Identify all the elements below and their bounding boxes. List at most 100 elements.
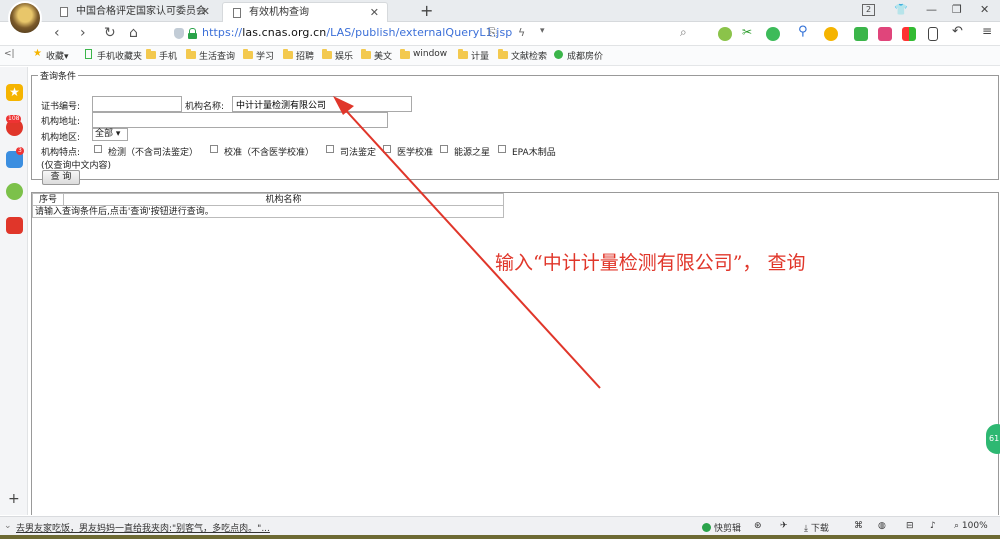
volume-icon[interactable]: ♪ (930, 521, 936, 531)
coin-icon[interactable] (824, 27, 838, 41)
collapse-sidebar-icon[interactable]: <| (4, 49, 15, 59)
app-icon[interactable] (878, 27, 892, 41)
star-icon: ★ (33, 48, 42, 59)
feature-checkbox-energy-star[interactable] (440, 145, 448, 153)
favorites-star-icon[interactable]: ★ (6, 84, 23, 101)
close-icon[interactable]: ✕ (201, 2, 210, 22)
lightning-icon[interactable]: ϟ (518, 26, 525, 39)
expand-icon[interactable]: ⌄ (4, 521, 12, 531)
bookmark-folder[interactable]: 招聘 (283, 49, 314, 62)
agency-features-label: 机构特点: (41, 148, 81, 158)
shirt-icon[interactable]: 👕 (894, 3, 908, 16)
back-icon[interactable]: ‹ (54, 25, 60, 41)
folder-icon (283, 49, 293, 59)
undo-icon[interactable]: ↶ (952, 24, 966, 39)
book-icon[interactable] (854, 27, 868, 41)
tab-cnas-home[interactable]: 中国合格评定国家认可委员会 ✕ (50, 2, 218, 22)
refresh-status-icon[interactable]: ⊛ (754, 521, 762, 531)
bookmark-folder[interactable]: 生活查询 (186, 49, 235, 62)
feature-label: 司法鉴定 (340, 148, 377, 158)
cert-number-input[interactable] (92, 96, 182, 112)
tab-label: 中国合格评定国家认可委员会 (76, 6, 206, 17)
bookmark-folder[interactable]: 学习 (243, 49, 274, 62)
folder-icon (458, 49, 468, 59)
bookmark-folder[interactable]: 娱乐 (322, 49, 353, 62)
close-icon[interactable]: ✕ (370, 3, 379, 23)
bookmark-folder[interactable]: window (400, 49, 447, 59)
weibo-badge: 108 (6, 115, 22, 123)
agency-address-input[interactable] (92, 112, 388, 128)
results-message: 请输入查询条件后,点击'查询'按钮进行查询。 (32, 205, 504, 218)
region-select[interactable]: 全部 ▾ (92, 128, 128, 141)
parrot-icon[interactable] (6, 183, 23, 200)
query-button[interactable]: 查 询 (42, 170, 80, 185)
bookmark-mobile-fav[interactable]: 手机收藏夹 (84, 49, 142, 62)
scissors-icon[interactable]: ✂ (742, 25, 756, 39)
menu-icon[interactable]: ≡ (982, 24, 996, 38)
bookmark-favorites[interactable]: ★ 收藏▾ (33, 48, 69, 62)
tab-count-badge[interactable]: 2 (862, 4, 875, 16)
bookmarks-bar: <| ★ 收藏▾ 手机收藏夹 手机 生活查询 学习 招聘 娱乐 美文 window… (0, 46, 1000, 66)
window-close-icon[interactable]: ✕ (980, 3, 989, 16)
navigation-bar: ‹ › ↻ ⌂ https://las.cnas.org.cn/LAS/publ… (0, 22, 1000, 46)
feature-checkbox-forensic[interactable] (326, 145, 334, 153)
folder-icon (243, 49, 253, 59)
lock-icon (188, 28, 197, 39)
bookmark-folder[interactable]: 美文 (361, 49, 392, 62)
folder-status-icon[interactable]: ⊟ (906, 521, 914, 531)
mail-badge: 3 (16, 147, 24, 155)
cert-number-label: 证书编号: (41, 102, 81, 112)
bookmark-folder[interactable]: 计量 (458, 49, 489, 62)
column-header-index: 序号 (32, 193, 64, 206)
agency-region-label: 机构地区: (41, 133, 81, 143)
game-icon[interactable] (6, 217, 23, 234)
query-fieldset: 查询条件 证书编号: 机构名称: 机构地址: 机构地区: 全部 ▾ 机构特点: … (31, 69, 999, 185)
pin-icon[interactable]: ✈ (780, 521, 788, 531)
new-tab-button[interactable]: + (394, 0, 433, 20)
feature-label: 检测（不含司法鉴定） (108, 148, 199, 158)
address-bar[interactable]: https://las.cnas.org.cn/LAS/publish/exte… (170, 25, 690, 43)
instruction-annotation: 输入“中计计量检测有限公司”， 查询 (495, 252, 806, 274)
minimize-icon[interactable]: — (926, 3, 937, 16)
phone-icon[interactable] (928, 27, 938, 41)
feature-checkbox-medical[interactable] (383, 145, 391, 153)
dropdown-icon[interactable]: ▾ (540, 26, 545, 36)
feature-checkbox-calibration[interactable] (210, 145, 218, 153)
page-icon (233, 8, 241, 18)
home-icon[interactable]: ⌂ (129, 25, 138, 41)
tab-agency-query[interactable]: 有效机构查询 ✕ (222, 2, 388, 22)
reload-icon[interactable]: ↻ (104, 25, 116, 41)
tab-bar: 中国合格评定国家认可委员会 ✕ 有效机构查询 ✕ + 2 👕 — ❐ ✕ (0, 0, 1000, 35)
folder-icon (498, 49, 508, 59)
download-button[interactable]: ⤓ 下载 (804, 521, 829, 534)
floating-assistant-badge[interactable]: 61 (986, 424, 1000, 454)
search-icon[interactable]: ⌕ (680, 25, 687, 40)
apps-grid-icon[interactable] (902, 27, 916, 41)
tab-label: 有效机构查询 (249, 7, 309, 18)
bookmark-link[interactable]: 成都房价 (554, 49, 603, 62)
forward-icon[interactable]: › (80, 25, 86, 41)
add-icon[interactable]: + (8, 491, 20, 507)
results-frame: 序号 机构名称 请输入查询条件后,点击'查询'按钮进行查询。 (31, 192, 999, 515)
share-icon[interactable]: ⎘ (488, 26, 497, 40)
zoom-level[interactable]: ⌕ 100% (954, 521, 988, 531)
parrot-icon[interactable] (718, 27, 732, 41)
agency-name-input[interactable] (232, 96, 412, 112)
screenshot-icon[interactable]: ⌘ (854, 521, 863, 531)
bookmark-folder[interactable]: 文献检索 (498, 49, 547, 62)
results-table: 序号 机构名称 请输入查询条件后,点击'查询'按钮进行查询。 (32, 193, 504, 218)
feature-checkbox-epa[interactable] (498, 145, 506, 153)
magnifier-icon[interactable]: ⚲ (798, 24, 812, 39)
feature-label: 能源之星 (454, 148, 491, 158)
news-ticker-link[interactable]: 去男友家吃饭，男友妈妈一直给我夹肉:"别客气，多吃点肉。"... (16, 521, 270, 534)
user-avatar[interactable] (8, 1, 42, 35)
speed-icon[interactable]: ◍ (878, 521, 886, 531)
query-legend: 查询条件 (40, 72, 77, 82)
quick-clip-button[interactable]: 快剪辑 (702, 521, 741, 534)
bookmark-folder[interactable]: 手机 (146, 49, 177, 62)
table-row: 请输入查询条件后,点击'查询'按钮进行查询。 (32, 205, 504, 218)
restore-icon[interactable]: ❐ (952, 3, 962, 16)
folder-icon (322, 49, 332, 59)
translate-icon[interactable] (766, 27, 780, 41)
feature-checkbox-testing[interactable] (94, 145, 102, 153)
